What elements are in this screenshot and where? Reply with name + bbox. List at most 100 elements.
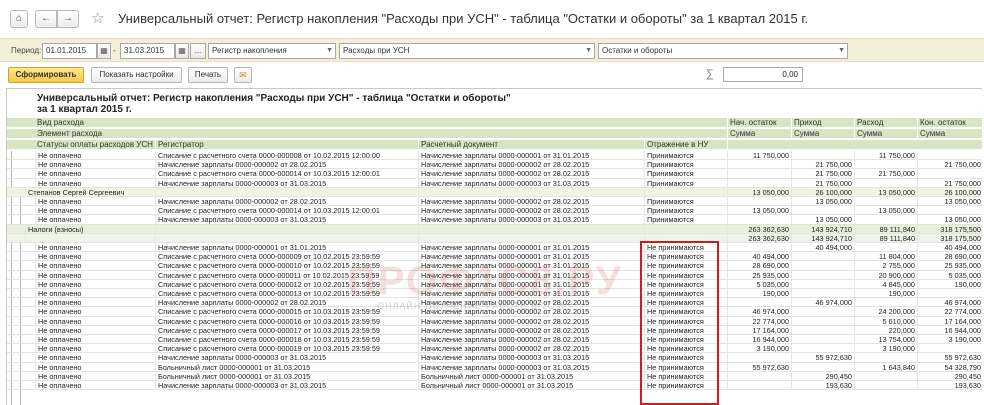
end-balance-cell: 3 190,000 <box>917 335 982 344</box>
parameters-bar: Период: 01.01.2015 ▦ - 31.03.2015 ▦ ... … <box>0 38 984 62</box>
group-row[interactable]: Налоги (взносы) 263 362,630 143 924,710 89 … <box>7 224 982 234</box>
end-balance-cell <box>917 206 982 216</box>
status-cell: Степанов Сергей Сергеевич <box>25 187 155 197</box>
status-cell: Не оплачено <box>35 344 155 354</box>
table-row[interactable]: Не оплачено Начисление зарплаты 0000-0000… <box>7 215 982 225</box>
settlement-doc-cell: Начисление зарплаты 0000-000002 от 28.02… <box>418 316 644 326</box>
date-from-field[interactable]: 01.01.2015 <box>42 43 97 59</box>
start-balance-cell: 55 972,630 <box>727 362 791 372</box>
income-cell <box>791 270 854 280</box>
tax-reflection-cell: Принимаются <box>644 178 727 188</box>
income-cell <box>791 289 854 298</box>
registrar-cell <box>155 187 418 197</box>
print-button[interactable]: Печать <box>188 67 228 83</box>
expense-cell: 13 050,000 <box>854 187 917 197</box>
tax-reflection-cell: Принимаются <box>644 160 727 170</box>
header-start-balance: Нач. остаток <box>727 118 791 128</box>
income-cell: 13 050,000 <box>791 197 854 206</box>
group-row[interactable]: 263 362,630 143 924,710 89 111,840 318 175,… <box>7 233 982 243</box>
table-row[interactable]: Не оплачено Списание с расчетного счета 0… <box>7 169 982 179</box>
period-dash: - <box>113 46 116 55</box>
tax-reflection-cell: Принимаются <box>644 206 727 216</box>
table-row[interactable]: Не оплачено Списание с расчетного счета 0… <box>7 151 982 161</box>
end-balance-cell: 290,450 <box>917 371 982 381</box>
expense-cell: 11 804,000 <box>854 252 917 262</box>
table-row[interactable]: Не оплачено Больничный лист 0000-000001 о… <box>7 371 982 381</box>
generate-button[interactable]: Сформировать <box>8 67 84 83</box>
back-button[interactable]: ← <box>35 10 57 28</box>
start-balance-cell: 40 494,000 <box>727 252 791 262</box>
status-cell: Не оплачено <box>35 289 155 298</box>
settlement-doc-cell: Начисление зарплаты 0000-000001 от 31.01… <box>418 151 644 160</box>
show-settings-button[interactable]: Показать настройки <box>91 67 182 83</box>
ellipsis-label: ... <box>194 46 202 55</box>
status-cell: Не оплачено <box>35 197 155 206</box>
status-cell: Не оплачено <box>35 335 155 344</box>
table-row[interactable]: Не оплачено Начисление зарплаты 0000-0000… <box>7 178 982 188</box>
period-select-button[interactable]: ... <box>190 43 206 59</box>
registrar-cell: Начисление зарплаты 0000-000003 от 31.03… <box>155 381 418 390</box>
table-row[interactable]: Не оплачено Списание с расчетного счета 0… <box>7 206 982 216</box>
table-row[interactable]: Не оплачено Начисление зарплаты 0000-0000… <box>7 243 982 253</box>
status-cell: Не оплачено <box>35 307 155 317</box>
chevron-down-icon: ▼ <box>585 47 592 54</box>
table-row[interactable]: Не оплачено Начисление зарплаты 0000-0000… <box>7 160 982 170</box>
tax-reflection-cell: Не принимаются <box>644 335 727 344</box>
registrar-cell: Списание с расчетного счета 0000-000016 … <box>155 316 418 326</box>
header-tax-reflection: Отражение в НУ <box>644 140 727 150</box>
status-cell: Не оплачено <box>35 298 155 308</box>
table-row[interactable]: Не оплачено Начисление зарплаты 0000-0000… <box>7 197 982 207</box>
date-to-calendar-button[interactable]: ▦ <box>175 43 189 59</box>
table-row[interactable]: Не оплачено Больничный лист 0000-000001 о… <box>7 362 982 372</box>
star-icon[interactable]: ☆ <box>91 9 104 27</box>
start-balance-cell <box>727 160 791 170</box>
start-balance-cell <box>727 215 791 225</box>
status-cell: Не оплачено <box>35 270 155 280</box>
table-row[interactable]: Не оплачено Списание с расчетного счета 0… <box>7 316 982 326</box>
settlement-doc-cell: Начисление зарплаты 0000-000002 от 28.02… <box>418 160 644 170</box>
arrow-left-icon: ← <box>41 13 51 24</box>
header-row-3: Статусы оплаты расходов УСН Регистратор … <box>7 140 982 150</box>
tax-reflection-cell: Не принимаются <box>644 325 727 335</box>
status-cell: Не оплачено <box>35 243 155 252</box>
home-button[interactable]: ⌂ <box>10 10 28 28</box>
table-row[interactable]: Не оплачено Списание с расчетного счета 0… <box>7 335 982 345</box>
status-cell: Не оплачено <box>35 252 155 262</box>
table-row[interactable]: Не оплачено Списание с расчетного счета 0… <box>7 344 982 354</box>
settlement-doc-cell: Начисление зарплаты 0000-000003 от 31.03… <box>418 178 644 188</box>
start-balance-cell: 190,000 <box>727 289 791 298</box>
tax-reflection-cell: Не принимаются <box>644 252 727 262</box>
forward-button[interactable]: → <box>57 10 79 28</box>
expense-cell: 89 111,840 <box>854 233 917 243</box>
end-balance-cell: 46 974,000 <box>917 298 982 308</box>
start-balance-cell <box>727 197 791 206</box>
registrar-cell: Начисление зарплаты 0000-000002 от 28.02… <box>155 160 418 170</box>
email-button[interactable]: ✉ <box>234 67 252 83</box>
group-row[interactable]: Степанов Сергей Сергеевич 13 050,000 26 10… <box>7 187 982 197</box>
status-cell: Не оплачено <box>35 169 155 179</box>
table-type-value: Остатки и обороты <box>602 46 673 55</box>
date-from-calendar-button[interactable]: ▦ <box>97 43 111 59</box>
registrar-cell <box>155 224 418 234</box>
source-name-select[interactable]: Расходы при УСН ▼ <box>339 43 595 59</box>
registrar-cell: Списание с расчетного счета 0000-000019 … <box>155 344 418 354</box>
date-to-field[interactable]: 31.03.2015 <box>120 43 175 59</box>
expense-cell: 20 900,000 <box>854 270 917 280</box>
settlement-doc-cell: Начисление зарплаты 0000-000002 от 28.02… <box>418 344 644 354</box>
calendar-icon: ▦ <box>178 46 186 55</box>
table-type-select[interactable]: Остатки и обороты ▼ <box>598 43 848 59</box>
report-area[interactable]: Универсальный отчет: Регистр накопления … <box>6 88 982 405</box>
table-row[interactable]: Не оплачено Списание с расчетного счета 0… <box>7 325 982 335</box>
start-balance-cell: 11 750,000 <box>727 151 791 160</box>
source-type-select[interactable]: Регистр накопления ▼ <box>208 43 336 59</box>
toolbar: Сформировать Показать настройки Печать ✉… <box>0 62 984 86</box>
income-cell: 21 750,000 <box>791 178 854 188</box>
expense-cell: 89 111,840 <box>854 224 917 234</box>
status-cell: Налоги (взносы) <box>25 224 155 234</box>
header-sum-expense: Сумма <box>854 129 917 139</box>
registrar-cell: Больничный лист 0000-000001 от 31.03.201… <box>155 362 418 372</box>
start-balance-cell <box>727 243 791 252</box>
table-row[interactable]: Не оплачено Начисление зарплаты 0000-0000… <box>7 353 982 363</box>
settlement-doc-cell: Начисление зарплаты 0000-000003 от 31.03… <box>418 353 644 363</box>
table-row[interactable]: Не оплачено Начисление зарплаты 0000-0000… <box>7 381 982 391</box>
